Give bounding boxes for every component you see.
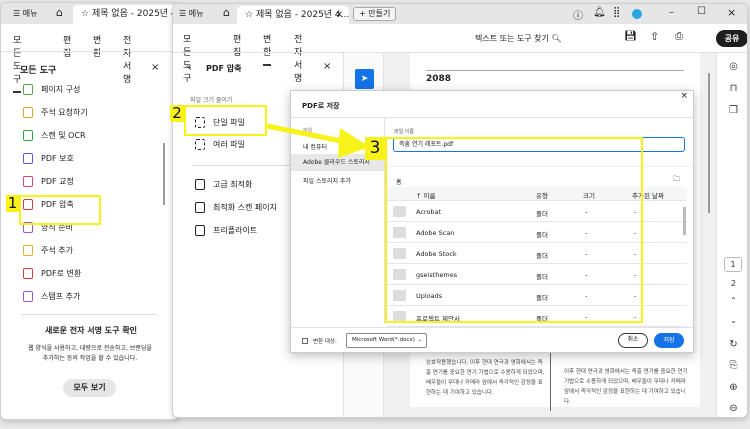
annotation-arrow (266, 123, 370, 158)
